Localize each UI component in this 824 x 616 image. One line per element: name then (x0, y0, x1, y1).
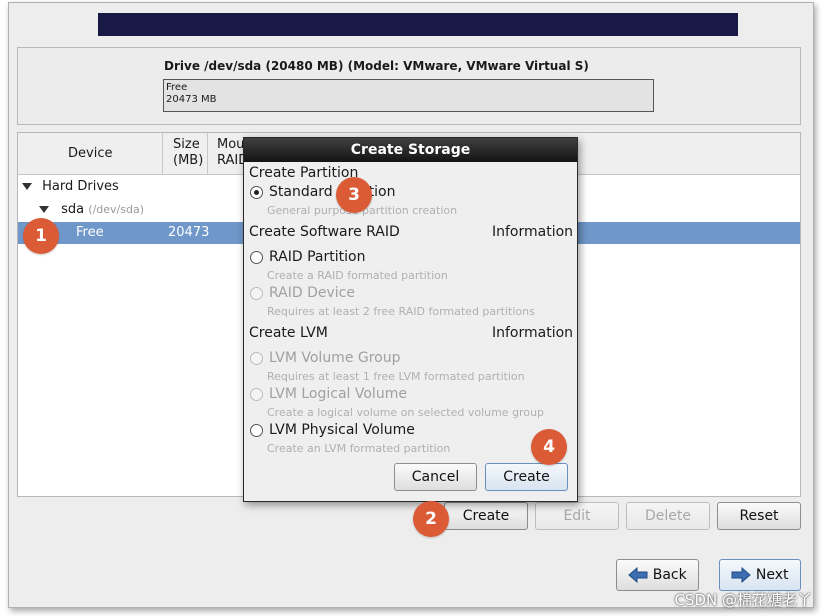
raid-partition-desc: Create a RAID formated partition (267, 269, 448, 282)
step-badge-4: 4 (531, 429, 567, 465)
back-label: Back (652, 567, 687, 583)
delete-button[interactable]: Delete (626, 502, 710, 530)
reset-button[interactable]: Reset (717, 502, 801, 530)
dialog-cancel-button[interactable]: Cancel (394, 463, 477, 491)
lvm-physical-volume-desc: Create an LVM formated partition (267, 442, 451, 455)
drive-free-label: Free (166, 82, 188, 93)
drive-panel: Drive /dev/sda (20480 MB) (Model: VMware… (17, 47, 801, 125)
radio-raid-device[interactable] (250, 287, 263, 300)
create-button[interactable]: Create (444, 502, 528, 530)
dialog-create-button[interactable]: Create (485, 463, 568, 491)
column-size[interactable]: Size (MB) (164, 133, 208, 175)
free-label: Free (76, 225, 104, 240)
expand-triangle-icon[interactable] (22, 183, 32, 190)
edit-button[interactable]: Edit (535, 502, 619, 530)
lvm-physical-volume-label[interactable]: LVM Physical Volume (269, 422, 415, 438)
lvm-volume-group-label[interactable]: LVM Volume Group (269, 350, 401, 366)
section-create-lvm: Create LVM (249, 325, 328, 341)
raid-information-label: Information (492, 224, 574, 240)
free-size: 20473 (168, 225, 210, 240)
lvm-volume-group-desc: Requires at least 1 free LVM formated pa… (267, 370, 525, 383)
dialog-title: Create Storage (244, 138, 577, 162)
lvm-information-label: Information (492, 325, 574, 341)
header-banner (98, 13, 738, 36)
step-badge-1: 1 (23, 218, 59, 254)
next-arrow-icon (731, 567, 752, 583)
drive-title: Drive /dev/sda (20480 MB) (Model: VMware… (164, 59, 589, 73)
radio-standard-partition[interactable] (250, 186, 263, 199)
drive-free-size: 20473 MB (166, 94, 217, 105)
sda-path: (/dev/sda) (88, 203, 144, 216)
expand-triangle-icon[interactable] (39, 206, 49, 213)
watermark: CSDN @棉花糖老丫 (674, 591, 812, 609)
radio-lvm-logical-volume[interactable] (250, 388, 263, 401)
lvm-logical-volume-desc: Create a logical volume on selected volu… (267, 406, 545, 419)
next-button[interactable]: Next (719, 559, 801, 591)
create-storage-dialog: Create Storage Create Partition Standard… (243, 137, 578, 502)
section-create-partition: Create Partition (249, 165, 359, 181)
section-create-raid: Create Software RAID (249, 224, 400, 240)
lvm-logical-volume-label[interactable]: LVM Logical Volume (269, 386, 407, 402)
drive-free-segment[interactable]: Free 20473 MB (163, 79, 654, 112)
step-badge-2: 2 (413, 501, 449, 537)
hard-drives-label: Hard Drives (42, 179, 119, 194)
next-label: Next (755, 567, 789, 583)
raid-device-desc: Requires at least 2 free RAID formated p… (267, 305, 535, 318)
back-button[interactable]: Back (616, 559, 699, 591)
radio-lvm-volume-group[interactable] (250, 352, 263, 365)
radio-raid-partition[interactable] (250, 251, 263, 264)
raid-partition-label[interactable]: RAID Partition (269, 249, 365, 265)
radio-lvm-physical-volume[interactable] (250, 424, 263, 437)
column-device[interactable]: Device (18, 133, 163, 175)
standard-partition-label[interactable]: Standard Partition (269, 184, 396, 200)
sda-label: sda (61, 202, 85, 217)
raid-device-label[interactable]: RAID Device (269, 285, 355, 301)
step-badge-3: 3 (336, 177, 372, 213)
back-arrow-icon (628, 567, 648, 583)
